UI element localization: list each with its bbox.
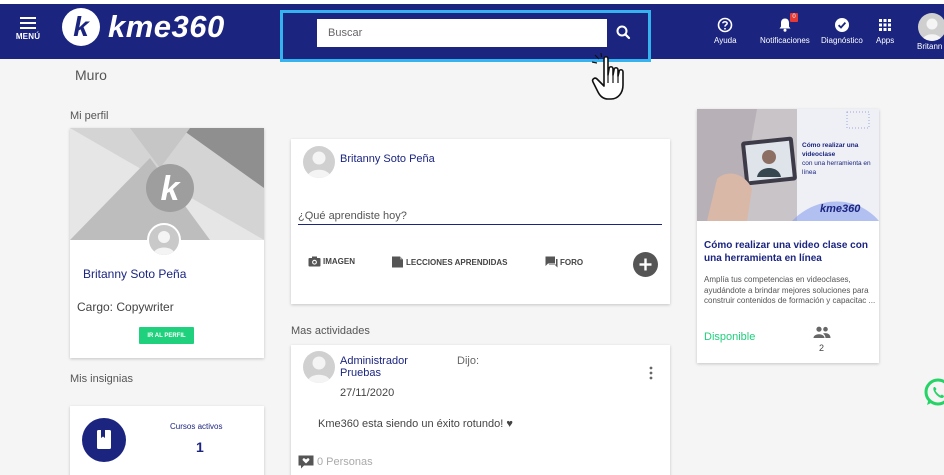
logo[interactable]: k kme360 [62,8,225,46]
page-title: Muro [75,67,107,83]
search-icon [616,25,631,40]
profile-card: k Britanny Soto Peña Cargo: Copywriter I… [70,128,264,358]
user-silhouette-icon [922,18,942,41]
activity-likes[interactable]: 0 Personas [298,455,373,469]
add-post-button[interactable] [633,252,658,277]
apps-label: Apps [876,36,895,45]
logo-text: kme360 [108,9,225,44]
thumbnail-subtitle: con una herramienta en línea [802,160,871,176]
course-description: Amplía tus competencias en videoclases, … [704,275,876,305]
check-circle-icon [834,18,849,32]
book-icon [97,430,111,449]
course-thumbnail: Cómo realizar una videoclase con una her… [697,109,879,221]
camera-icon [308,256,321,267]
forum-action-label: FORO [560,257,584,267]
profile-name[interactable]: Britanny Soto Peña [83,267,186,281]
more-activities-heading: Mas actividades [291,325,370,337]
notifications-button[interactable]: 0 Notificaciones [760,13,810,45]
likes-count: 0 Personas [317,456,373,468]
help-label: Ayuda [714,36,737,45]
diagnostic-button[interactable]: Diagnóstico [821,17,863,45]
my-profile-heading: Mi perfil [70,110,109,122]
post-composer: Britanny Soto Peña IMAGEN LECCIONES APRE… [291,139,670,304]
active-courses-count: 1 [196,439,204,455]
menu-label: MENÚ [15,32,41,41]
plus-icon [639,258,652,271]
user-name-label: Britann [917,42,943,51]
apps-button[interactable]: Apps [876,17,894,45]
image-action-label: IMAGEN [323,257,355,266]
course-people-count: 2 [819,343,825,353]
forum-button[interactable]: FORO [545,256,583,268]
go-to-profile-button[interactable]: IR AL PERFIL [139,327,194,344]
thumbnail-logo: kme360 [820,203,861,215]
document-icon [392,256,403,268]
add-image-button[interactable]: IMAGEN [308,256,355,267]
search-input[interactable] [317,19,607,47]
lessons-learned-button[interactable]: LECCIONES APRENDIDAS [391,256,508,268]
hand-pointer-icon [591,53,624,100]
people-icon [813,326,831,338]
my-badges-heading: Mis insignias [70,373,133,385]
featured-course-card[interactable]: Cómo realizar una videoclase con una her… [697,109,879,363]
logo-mark: k [62,8,100,46]
forum-icon [545,256,558,268]
profile-role: Cargo: Copywriter [77,300,174,314]
notification-badge: 0 [790,13,798,22]
activity-post: Administrador Pruebas Dijo: 27/11/2020 K… [291,345,670,475]
whatsapp-icon[interactable] [923,378,944,408]
active-courses-label: Cursos activos [170,422,223,431]
lessons-action-label: LECCIONES APRENDIDAS [406,257,508,267]
hamburger-icon [12,17,44,29]
more-options-icon[interactable] [647,365,655,381]
activity-text: Kme360 esta siendo un éxito rotundo! ♥ [318,418,513,430]
profile-avatar[interactable] [147,223,181,257]
apps-grid-icon [879,19,892,31]
composer-user-name[interactable]: Britanny Soto Peña [340,153,435,165]
menu-button[interactable]: MENÚ [12,14,44,41]
activity-author[interactable]: Administrador Pruebas [340,355,422,379]
course-title[interactable]: Cómo realizar una video clase con una he… [704,239,876,265]
badges-card: Cursos activos 1 [70,406,264,475]
heart-comment-icon [298,455,314,469]
thumbnail-title: Cómo realizar una videoclase [802,142,859,158]
activity-avatar [303,351,335,383]
activity-date: 27/11/2020 [340,387,395,399]
activity-said-label: Dijo: [457,355,480,367]
diagnostic-label: Diagnóstico [821,36,863,45]
notifications-label: Notificaciones [760,36,810,45]
help-button[interactable]: Ayuda [714,17,737,45]
course-status: Disponible [704,331,756,343]
search-button[interactable] [612,21,636,45]
composer-avatar [303,146,335,178]
help-icon [717,17,733,33]
post-text-input[interactable] [298,207,662,225]
svg-text:k: k [161,170,182,208]
courses-badge [82,418,126,462]
user-avatar[interactable] [918,13,944,41]
